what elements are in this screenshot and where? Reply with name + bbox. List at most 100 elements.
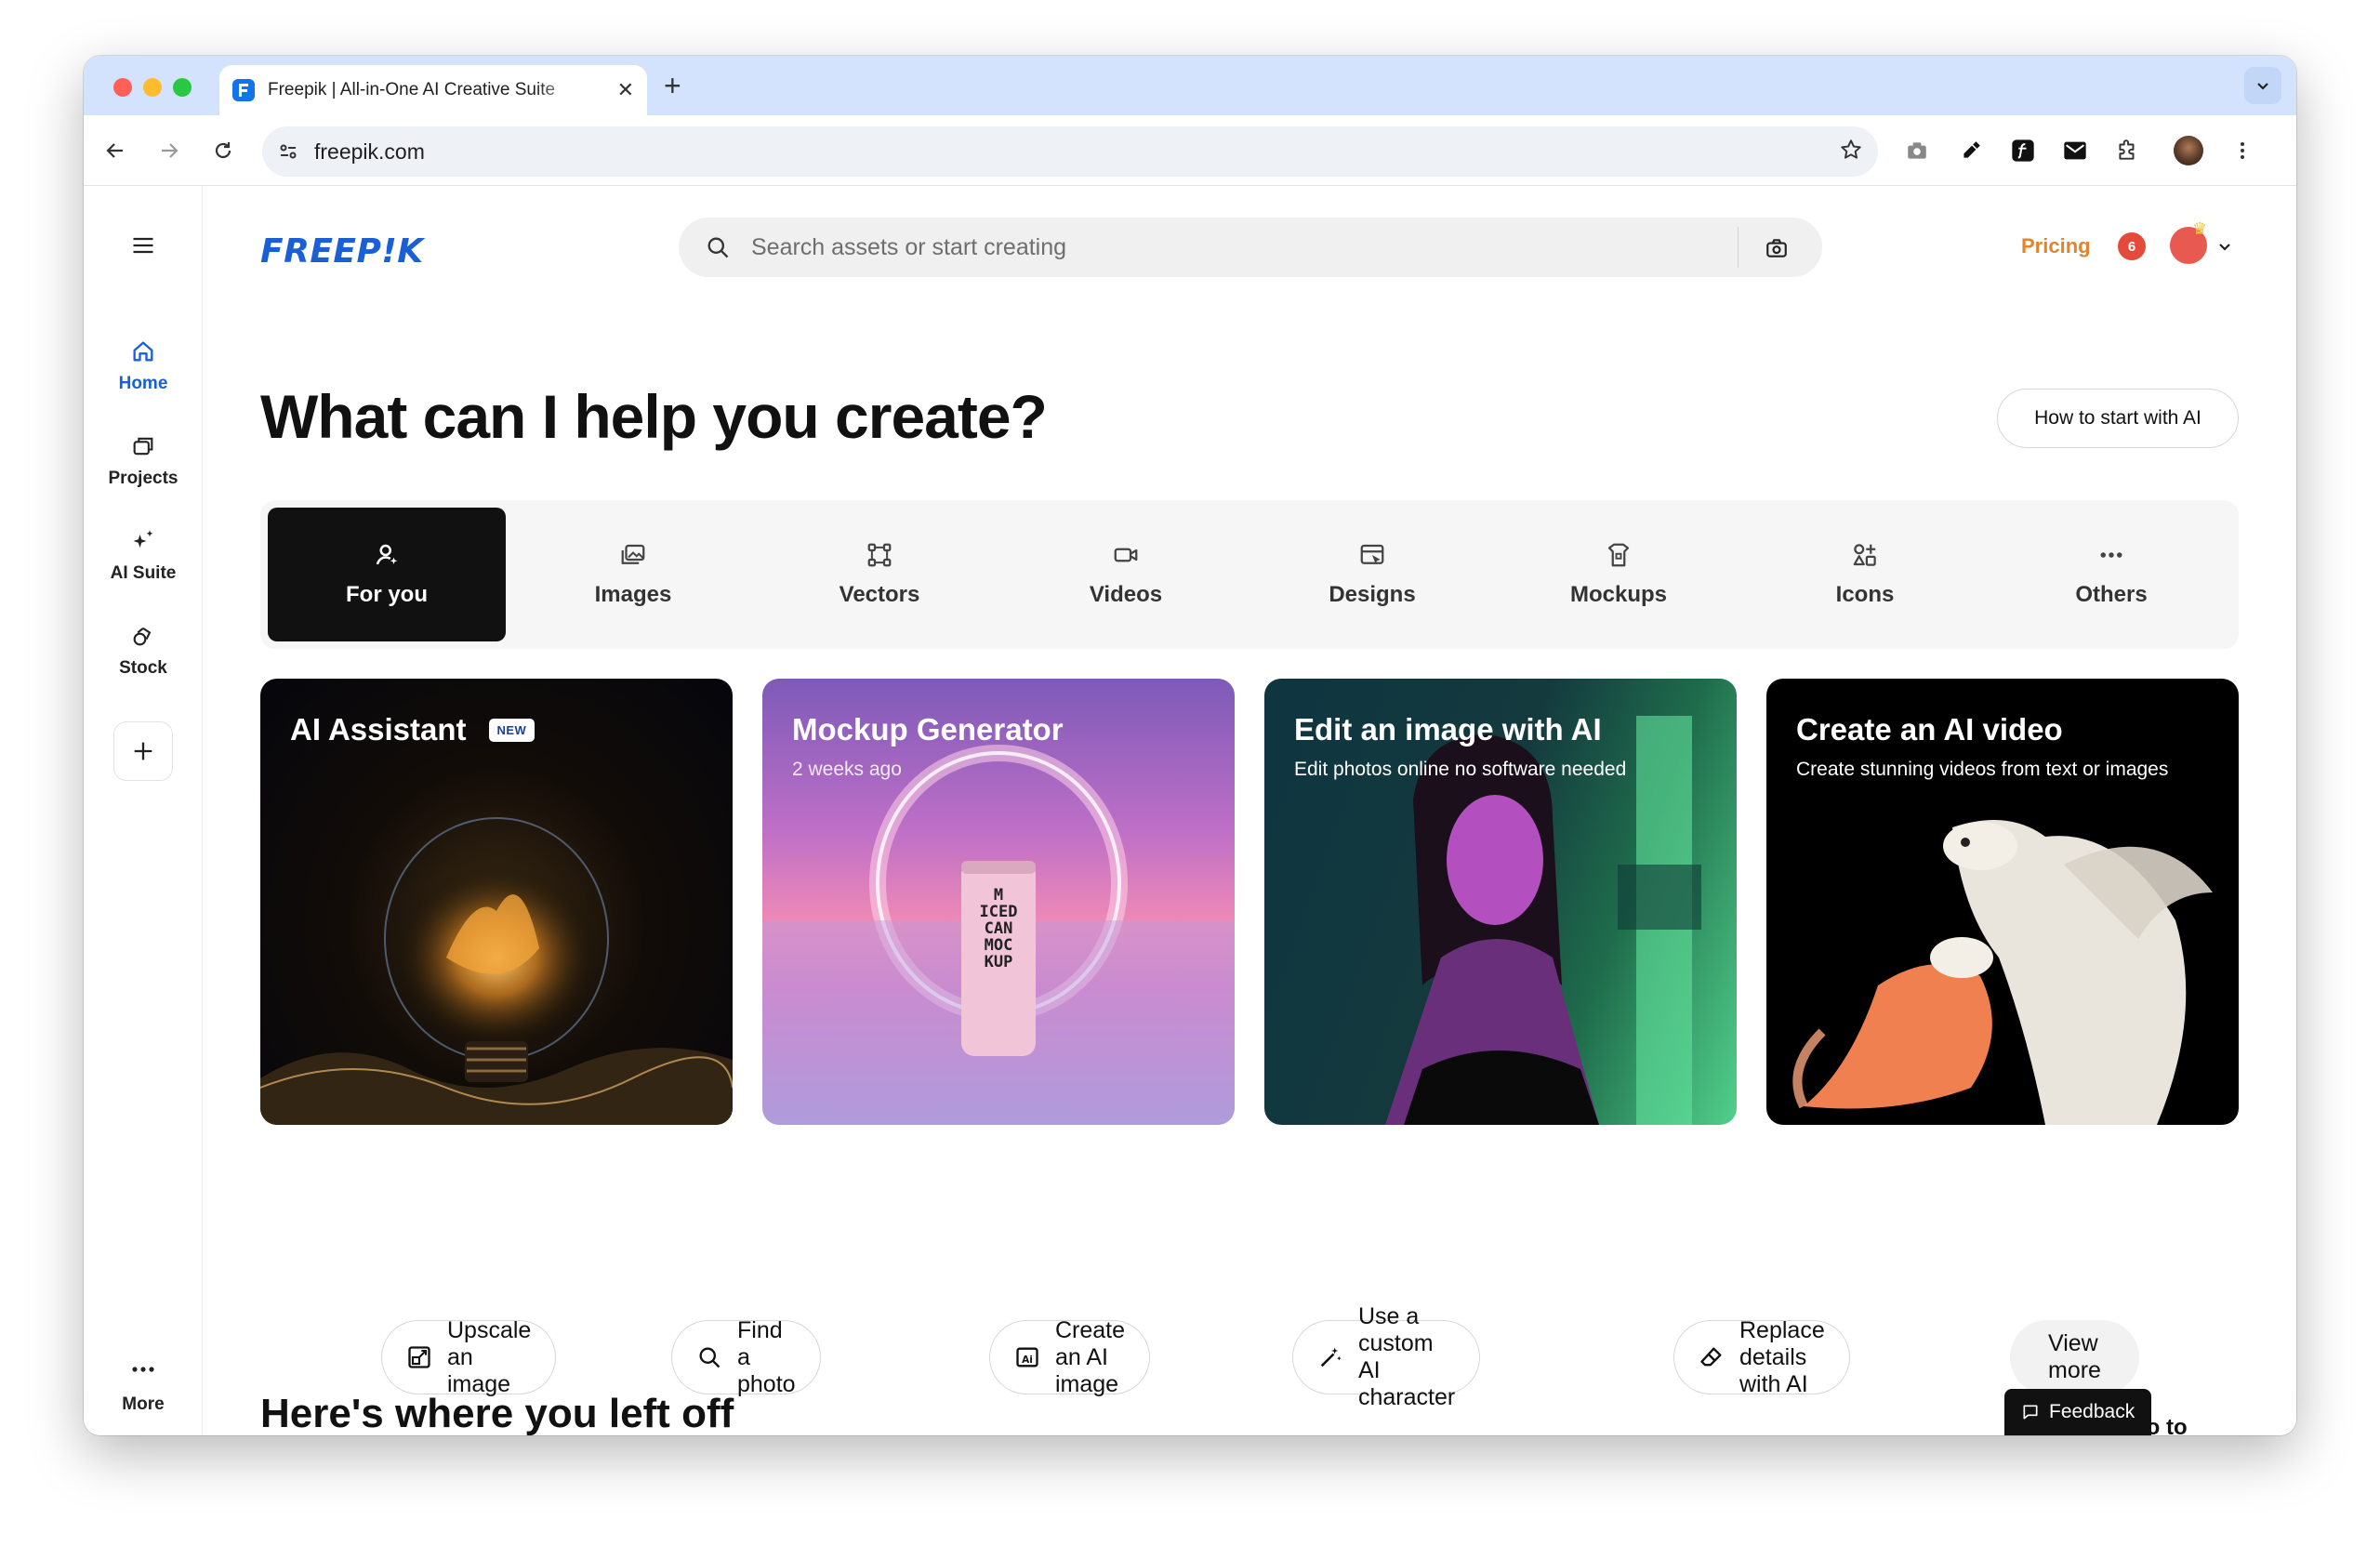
sidebar: Home Projects AI Suite Stock More xyxy=(84,186,203,1435)
tab-designs[interactable]: Designs xyxy=(1253,508,1491,641)
tab-mockups[interactable]: Mockups xyxy=(1500,508,1738,641)
view-more-button[interactable]: View more xyxy=(2010,1320,2139,1394)
hamburger-menu-icon xyxy=(133,237,153,254)
browser-toolbar: freepik.com xyxy=(84,115,2296,186)
card-subtitle: 2 weeks ago xyxy=(792,759,902,780)
tab-others[interactable]: Others xyxy=(1992,508,2230,641)
mail-extension-icon[interactable] xyxy=(2058,134,2092,167)
tab-for-you[interactable]: For you xyxy=(268,508,506,641)
back-button[interactable] xyxy=(99,134,132,167)
action-label: Replace details with AI xyxy=(1739,1316,1825,1397)
tab-vectors[interactable]: Vectors xyxy=(760,508,998,641)
card-subtitle: Edit photos online no software needed xyxy=(1294,759,1627,780)
mockup-generator-card[interactable]: M ICED CAN MOC KUP Mockup Generator 2 we… xyxy=(762,679,1235,1125)
sidebar-item-projects[interactable]: Projects xyxy=(84,433,203,489)
card-subtitle: Create stunning videos from text or imag… xyxy=(1796,759,2169,780)
search-bar[interactable]: Search assets or start creating xyxy=(679,218,1822,277)
sidebar-item-home[interactable]: Home xyxy=(84,338,203,394)
browser-window: Freepik | All-in-One AI Creative Suite ✕… xyxy=(84,56,2296,1435)
card-title: Edit an image with AI xyxy=(1294,712,1602,747)
sidebar-item-label: Home xyxy=(118,374,168,393)
bookmark-star-icon[interactable] xyxy=(1839,138,1863,166)
site-settings-icon[interactable] xyxy=(277,140,299,163)
url-text: freepik.com xyxy=(314,139,425,164)
upscale-icon xyxy=(406,1344,432,1370)
profile-avatar[interactable] xyxy=(2172,134,2205,167)
plus-icon xyxy=(134,742,152,760)
browser-tab[interactable]: Freepik | All-in-One AI Creative Suite ✕ xyxy=(219,65,647,115)
search-by-image-camera-icon[interactable] xyxy=(1765,236,1789,265)
tab-videos[interactable]: Videos xyxy=(1007,508,1245,641)
new-badge: NEW xyxy=(488,718,536,742)
find-photo-button[interactable]: Find a photo xyxy=(671,1317,821,1397)
sidebar-more-label: More xyxy=(122,1394,165,1414)
action-label: Use a custom AI character xyxy=(1358,1303,1456,1410)
edit-image-ai-card[interactable]: Edit an image with AI Edit photos online… xyxy=(1264,679,1737,1125)
action-label: Upscale an image xyxy=(447,1316,532,1397)
tab-label: Icons xyxy=(1835,582,1895,607)
can-label-line: KUP xyxy=(984,953,1013,971)
replace-details-button[interactable]: Replace details with AI xyxy=(1673,1317,1850,1397)
browser-menu-icon[interactable] xyxy=(2226,134,2259,167)
svg-text:Ai: Ai xyxy=(1022,1354,1033,1366)
sidebar-item-ai-suite[interactable]: AI Suite xyxy=(84,528,203,584)
close-window-button[interactable] xyxy=(113,78,132,97)
tab-icons[interactable]: Icons xyxy=(1746,508,1984,641)
address-bar[interactable]: freepik.com xyxy=(262,126,1878,177)
magic-wand-icon xyxy=(1317,1344,1343,1370)
create-ai-video-card[interactable]: Create an AI video Create stunning video… xyxy=(1766,679,2239,1125)
tab-strip: Freepik | All-in-One AI Creative Suite ✕… xyxy=(84,56,2296,115)
tab-close-icon[interactable]: ✕ xyxy=(617,78,634,102)
camera-extension-icon[interactable] xyxy=(1900,134,1934,167)
custom-ai-character-button[interactable]: Use a custom AI character xyxy=(1292,1303,1481,1410)
sidebar-item-more[interactable]: More xyxy=(84,1365,203,1415)
ai-image-icon: Ai xyxy=(1014,1344,1040,1370)
sidebar-add-button[interactable] xyxy=(113,721,173,781)
ai-assistant-card[interactable]: AI Assistant NEW xyxy=(260,679,733,1125)
upscale-image-button[interactable]: Upscale an image xyxy=(381,1317,557,1397)
stock-icon xyxy=(133,627,152,646)
tab-search-button[interactable] xyxy=(2244,67,2281,104)
tab-label: Images xyxy=(594,582,672,607)
extensions-puzzle-icon[interactable] xyxy=(2110,134,2144,167)
card-title: Create an AI video xyxy=(1796,712,2063,747)
create-ai-image-button[interactable]: Ai Create an AI image xyxy=(989,1317,1151,1397)
font-extension-icon[interactable] xyxy=(2006,134,2040,167)
forward-button[interactable] xyxy=(152,134,186,167)
eyedropper-extension-icon[interactable] xyxy=(1954,134,1988,167)
feedback-button[interactable]: Feedback xyxy=(2004,1389,2152,1435)
freepik-favicon-icon xyxy=(232,79,255,101)
projects-icon xyxy=(133,437,153,456)
chevron-down-icon[interactable] xyxy=(2216,238,2233,259)
action-label: Find a photo xyxy=(737,1316,796,1397)
maximize-window-button[interactable] xyxy=(173,78,192,97)
more-dots-icon xyxy=(132,1367,154,1372)
how-to-start-button[interactable]: How to start with AI xyxy=(1997,389,2239,448)
reload-button[interactable] xyxy=(206,134,240,167)
notifications-badge[interactable]: 6 xyxy=(2118,232,2146,260)
icons-icon xyxy=(1853,544,1876,566)
can-label-line: ICED xyxy=(979,903,1018,921)
sparkle-icon xyxy=(133,530,153,548)
more-dots-icon xyxy=(2100,552,2122,558)
tab-images[interactable]: Images xyxy=(514,508,752,641)
chevron-right-icon xyxy=(2282,1434,2296,1435)
freepik-logo[interactable]: FREEP!K xyxy=(260,232,424,271)
search-icon xyxy=(707,237,729,258)
pricing-link[interactable]: Pricing xyxy=(2021,234,2091,258)
sidebar-item-label: Stock xyxy=(119,658,167,678)
card-title: AI Assistant NEW xyxy=(290,712,536,747)
can-label-line: CAN xyxy=(984,919,1013,938)
minimize-window-button[interactable] xyxy=(143,78,162,97)
sidebar-item-stock[interactable]: Stock xyxy=(84,623,203,679)
can-label-line: M xyxy=(993,886,1004,905)
go-to-projects-link[interactable]: Go to Projects xyxy=(2129,1415,2296,1435)
new-tab-button[interactable]: + xyxy=(664,69,681,103)
sidebar-menu-button[interactable] xyxy=(84,232,203,258)
crown-icon: ♛ xyxy=(2192,219,2208,238)
chevron-down-icon xyxy=(2257,83,2268,90)
can-label-line: MOC xyxy=(984,936,1013,955)
page-title: What can I help you create? xyxy=(260,382,1048,451)
search-input[interactable]: Search assets or start creating xyxy=(751,234,1066,261)
search-divider xyxy=(1738,227,1739,268)
